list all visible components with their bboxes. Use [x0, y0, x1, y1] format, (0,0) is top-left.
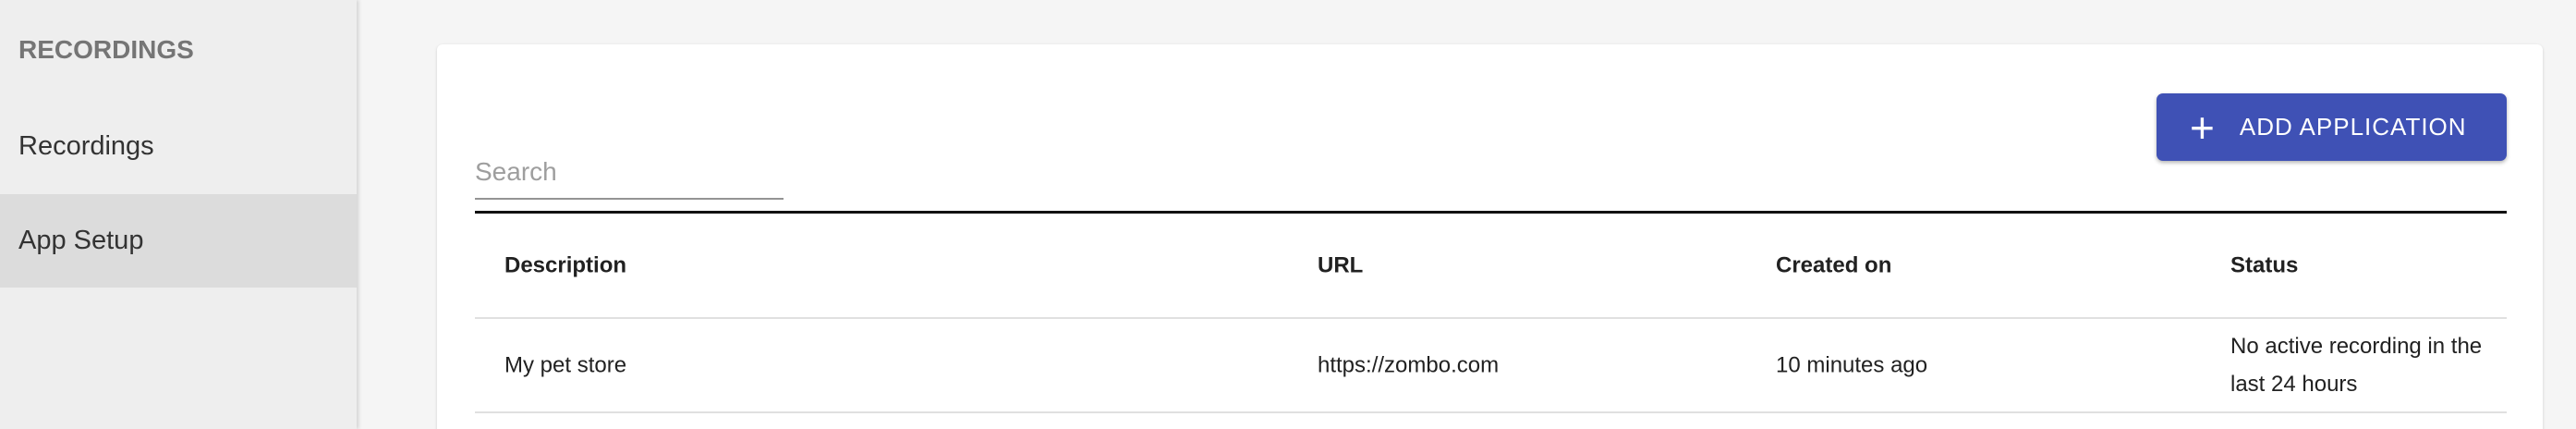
table-row[interactable]: My pet store https://zombo.com 10 minute… [475, 319, 2507, 413]
column-header-created-on[interactable]: Created on [1776, 247, 1891, 285]
add-application-label: ADD APPLICATION [2239, 113, 2467, 141]
column-header-description[interactable]: Description [504, 247, 626, 285]
sidebar-item-recordings[interactable]: Recordings [0, 100, 357, 193]
sidebar: RECORDINGS Recordings App Setup [0, 0, 357, 429]
column-header-url[interactable]: URL [1318, 247, 1363, 285]
plus-icon: + [2190, 103, 2216, 152]
table-header-row: Description URL Created on Status [475, 214, 2507, 319]
search-input[interactable] [475, 146, 784, 200]
add-application-button[interactable]: + ADD APPLICATION [2157, 93, 2507, 161]
cell-created-on: 10 minutes ago [1776, 352, 1928, 378]
sidebar-section-title: RECORDINGS [18, 35, 194, 64]
sidebar-item-app-setup[interactable]: App Setup [0, 194, 357, 288]
cell-url: https://zombo.com [1318, 352, 1500, 378]
cell-status: No active recording in the last 24 hours [2230, 334, 2483, 397]
column-header-status[interactable]: Status [2230, 247, 2498, 285]
cell-description: My pet store [504, 352, 627, 378]
applications-table: Description URL Created on Status My pet… [475, 211, 2507, 413]
applications-card: + ADD APPLICATION Description URL Create… [437, 44, 2543, 429]
